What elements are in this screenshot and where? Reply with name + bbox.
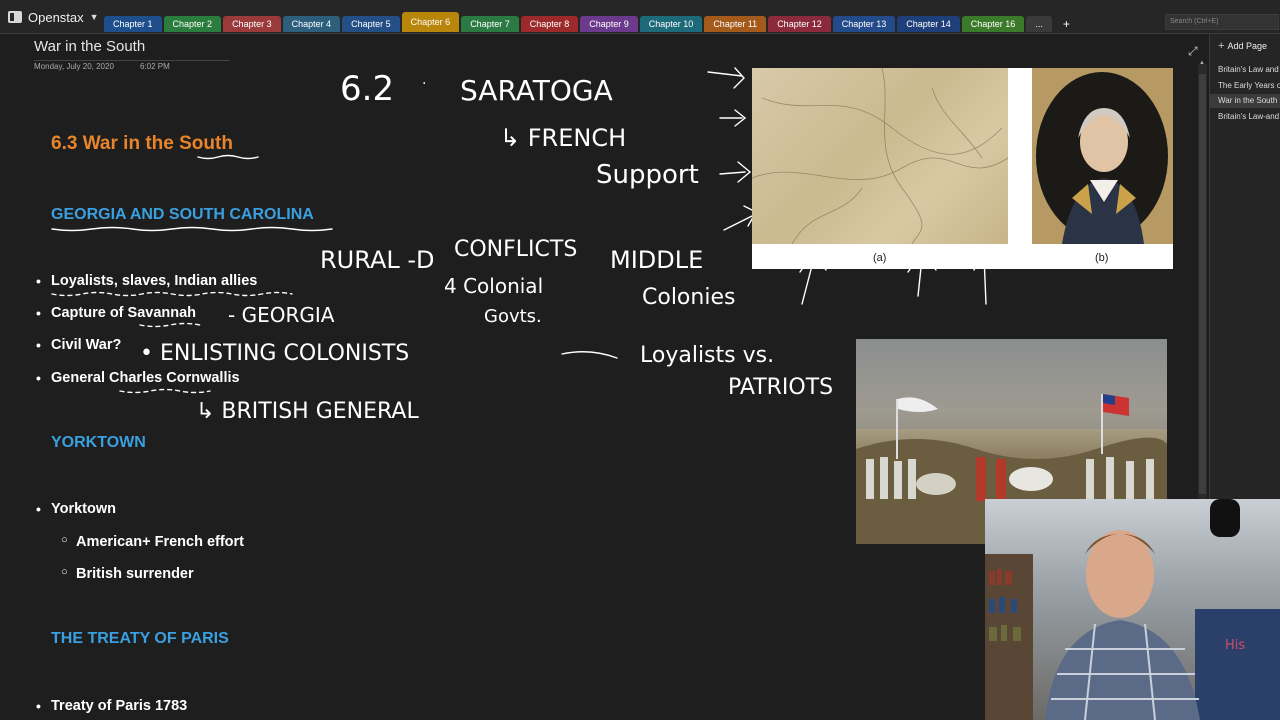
- portrait-drawing: [1036, 72, 1168, 244]
- page-list-item[interactable]: War in the South: [1210, 94, 1280, 108]
- ink-french: ↳ FRENCH: [500, 124, 626, 152]
- caption-b: (b): [1095, 252, 1109, 264]
- page-list-item[interactable]: Britain's Law and: [1210, 63, 1280, 77]
- ink-underline: [119, 388, 211, 394]
- page-list-item[interactable]: Britain's Law-and: [1210, 110, 1280, 124]
- portrait-image: [1032, 68, 1173, 244]
- ink-support: Support: [596, 160, 699, 190]
- ink-colonies: Colonies: [642, 285, 735, 310]
- caption-a: (a): [873, 252, 887, 264]
- ink-underline: [51, 226, 333, 232]
- ink-underline: [197, 154, 259, 160]
- ink-arrow: [719, 109, 747, 127]
- ink-saratoga: SARATOGA: [460, 74, 613, 107]
- ink-colonial: 4 Colonial: [444, 274, 543, 298]
- scrollbar-thumb[interactable]: [1199, 74, 1206, 494]
- ink-loyalists: Loyalists vs.: [640, 343, 774, 368]
- figure-map-and-portrait[interactable]: (a) (b): [751, 67, 1173, 269]
- ink-underline: [139, 322, 201, 328]
- ink-middle: MIDDLE: [610, 246, 703, 274]
- ink-govts: Govts.: [484, 306, 542, 327]
- page-scrollbar[interactable]: [1198, 64, 1207, 504]
- ink-dot: ·: [422, 76, 426, 92]
- ink-saratoga-num: 6.2: [340, 69, 394, 109]
- ink-arrow: [719, 161, 752, 183]
- saratoga-map-image: [751, 67, 1009, 245]
- ink-conflicts: CONFLICTS: [454, 237, 577, 262]
- ink-british-general: ↳ BRITISH GENERAL: [196, 399, 419, 424]
- ink-enlisting: • ENLISTING COLONISTS: [140, 341, 409, 366]
- ink-rural: RURAL -D: [320, 246, 435, 274]
- ink-underline: [51, 291, 293, 297]
- ink-georgia: - GEORGIA: [228, 303, 335, 327]
- add-page-button[interactable]: + Add Page: [1218, 40, 1267, 52]
- svg-text:His: His: [1225, 638, 1245, 653]
- page-list-item[interactable]: The Early Years o: [1210, 79, 1280, 93]
- ink-arrow: [707, 67, 745, 89]
- map-lines: [751, 67, 1009, 245]
- ink-patriots: PATRIOTS: [728, 375, 833, 400]
- ink-strike: [561, 351, 618, 359]
- webcam-drawing: His: [985, 499, 1280, 720]
- webcam-overlay: His: [985, 499, 1280, 720]
- plus-icon: +: [1218, 40, 1225, 52]
